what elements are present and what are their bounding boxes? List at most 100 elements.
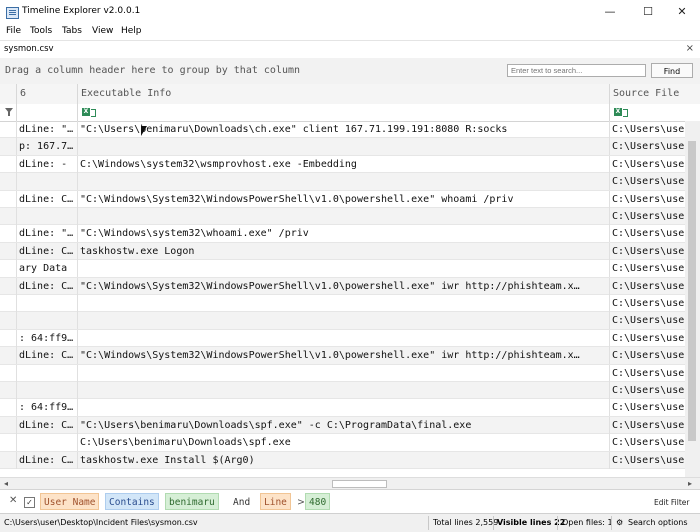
cell-6[interactable]: dLine: C… bbox=[16, 347, 77, 365]
cell-executable-info[interactable]: taskhostw.exe Logon bbox=[77, 242, 609, 260]
table-row[interactable]: p: 167.7… C:\Users\use bbox=[0, 138, 700, 156]
cell-executable-info[interactable]: "C:\Windows\System32\WindowsPowerShell\v… bbox=[77, 277, 609, 295]
cell-6[interactable] bbox=[16, 312, 77, 330]
cell-source-file[interactable]: C:\Users\use bbox=[609, 364, 685, 382]
cell-source-file[interactable]: C:\Users\use bbox=[609, 242, 685, 260]
cell-6[interactable] bbox=[16, 295, 77, 312]
cell-6[interactable]: : 64:ff9… bbox=[16, 399, 77, 417]
cell-6[interactable]: dLine: C… bbox=[16, 190, 77, 208]
cell-source-file[interactable]: C:\Users\use bbox=[609, 225, 685, 243]
cell-source-file[interactable]: C:\Users\use bbox=[609, 155, 685, 173]
table-row[interactable]: C:\Users\use bbox=[0, 382, 700, 400]
cell-executable-info[interactable] bbox=[77, 382, 609, 399]
cell-executable-info[interactable] bbox=[77, 260, 609, 278]
cell-6[interactable] bbox=[16, 382, 77, 399]
tab-sysmon-csv[interactable]: sysmon.csv bbox=[4, 44, 54, 54]
filter-field-user-name[interactable]: User Name bbox=[40, 493, 100, 510]
search-input[interactable] bbox=[507, 64, 646, 77]
filter-value-benimaru[interactable]: benimaru bbox=[165, 493, 219, 510]
table-row[interactable]: dLine: C… "C:\Windows\System32\WindowsPow… bbox=[0, 277, 700, 295]
cell-executable-info[interactable] bbox=[77, 208, 609, 225]
table-row[interactable]: dLine: C… "C:\Windows\System32\WindowsPow… bbox=[0, 190, 700, 208]
cell-6[interactable]: dLine: C… bbox=[16, 451, 77, 469]
cell-6[interactable]: ary Data bbox=[16, 260, 77, 278]
cell-source-file[interactable]: C:\Users\use bbox=[609, 277, 685, 295]
cell-6[interactable]: dLine: C… bbox=[16, 416, 77, 434]
cell-source-file[interactable]: C:\Users\use bbox=[609, 190, 685, 208]
find-button[interactable]: Find bbox=[651, 63, 693, 78]
cell-6[interactable]: dLine: C… bbox=[16, 277, 77, 295]
filter-conjunction[interactable]: And bbox=[233, 497, 250, 508]
cell-executable-info[interactable]: taskhostw.exe Install $(Arg0) bbox=[77, 451, 609, 469]
cell-executable-info[interactable] bbox=[77, 312, 609, 330]
cell-6[interactable]: : 64:ff9… bbox=[16, 329, 77, 347]
cell-source-file[interactable]: C:\Users\use bbox=[609, 347, 685, 365]
menu-view[interactable]: View bbox=[92, 26, 113, 36]
cell-executable-info[interactable] bbox=[77, 364, 609, 382]
table-row[interactable]: C:\Users\use bbox=[0, 364, 700, 382]
cell-source-file[interactable]: C:\Users\use bbox=[609, 121, 685, 138]
cell-6[interactable]: dLine: C… bbox=[16, 242, 77, 260]
cell-source-file[interactable]: C:\Users\use bbox=[609, 173, 685, 191]
menu-help[interactable]: Help bbox=[121, 26, 142, 36]
cell-source-file[interactable]: C:\Users\use bbox=[609, 312, 685, 330]
filter-cell-executable-info[interactable]: X bbox=[77, 104, 610, 121]
cell-6[interactable] bbox=[16, 434, 77, 452]
table-row[interactable]: dLine: C… taskhostw.exe Logon C:\Users\use bbox=[0, 242, 700, 261]
tab-close-icon[interactable]: × bbox=[686, 43, 694, 54]
table-row[interactable]: dLine: "… "C:\Windows\system32\whoami.exe… bbox=[0, 225, 700, 243]
filter-funnel-icon[interactable] bbox=[5, 108, 13, 116]
cell-6[interactable]: p: 167.7… bbox=[16, 138, 77, 156]
table-row[interactable]: C:\Users\use bbox=[0, 312, 700, 330]
table-row[interactable]: : 64:ff9… C:\Users\use bbox=[0, 329, 700, 348]
filter-field-line[interactable]: Line bbox=[260, 493, 291, 510]
cell-executable-info[interactable] bbox=[77, 173, 609, 191]
cell-6[interactable] bbox=[16, 208, 77, 225]
table-row[interactable]: dLine: C… taskhostw.exe Install $(Arg0) C:… bbox=[0, 451, 700, 469]
filter-value-480[interactable]: 480 bbox=[305, 493, 331, 510]
table-row[interactable]: : 64:ff9… C:\Users\use bbox=[0, 399, 700, 417]
cell-executable-info[interactable]: C:\Users\benimaru\Downloads\spf.exe bbox=[77, 434, 609, 452]
cell-executable-info[interactable] bbox=[77, 399, 609, 417]
cell-source-file[interactable]: C:\Users\use bbox=[609, 382, 685, 399]
filter-operator-contains[interactable]: Contains bbox=[105, 493, 159, 510]
cell-6[interactable] bbox=[16, 173, 77, 191]
table-row[interactable]: C:\Users\use bbox=[0, 173, 700, 191]
filter-cell-6[interactable] bbox=[16, 104, 78, 121]
cell-6[interactable]: dLine: "… bbox=[16, 225, 77, 243]
cell-source-file[interactable]: C:\Users\use bbox=[609, 451, 685, 469]
cell-source-file[interactable]: C:\Users\use bbox=[609, 295, 685, 312]
cell-source-file[interactable]: C:\Users\use bbox=[609, 434, 685, 452]
cell-source-file[interactable]: C:\Users\use bbox=[609, 416, 685, 434]
horizontal-scroll-thumb[interactable] bbox=[332, 480, 387, 488]
table-row[interactable]: dLine: "… "C:\Users\benimaru\Downloads\ch… bbox=[0, 121, 700, 139]
cell-source-file[interactable]: C:\Users\use bbox=[609, 260, 685, 278]
table-row[interactable]: dLine: - C:\Windows\system32\wsmprovhost.… bbox=[0, 155, 700, 174]
cell-executable-info[interactable]: "C:\Users\benimaru\Downloads\spf.exe" -c… bbox=[77, 416, 609, 434]
cell-executable-info[interactable] bbox=[77, 295, 609, 312]
cell-executable-info[interactable] bbox=[77, 138, 609, 156]
close-window-button[interactable]: ✕ bbox=[664, 0, 700, 24]
table-row[interactable]: ary Data C:\Users\use bbox=[0, 260, 700, 278]
clear-filter-icon[interactable]: ✕ bbox=[9, 495, 17, 506]
cell-executable-info[interactable] bbox=[77, 329, 609, 347]
menu-tabs[interactable]: Tabs bbox=[62, 26, 82, 36]
cell-source-file[interactable]: C:\Users\use bbox=[609, 138, 685, 156]
table-row[interactable]: dLine: C… "C:\Users\benimaru\Downloads\sp… bbox=[0, 416, 700, 435]
cell-executable-info[interactable]: C:\Windows\system32\wsmprovhost.exe -Emb… bbox=[77, 155, 609, 173]
vertical-scrollbar[interactable] bbox=[685, 121, 700, 477]
table-row[interactable]: C:\Users\use bbox=[0, 208, 700, 226]
table-row[interactable]: C:\Users\benimaru\Downloads\spf.exe C:\Us… bbox=[0, 434, 700, 452]
cell-6[interactable]: dLine: - bbox=[16, 155, 77, 173]
cell-6[interactable] bbox=[16, 364, 77, 382]
menu-file[interactable]: File bbox=[6, 26, 21, 36]
data-grid[interactable]: dLine: "… "C:\Users\benimaru\Downloads\ch… bbox=[0, 121, 700, 477]
filter-operator-gt[interactable]: > bbox=[297, 497, 305, 508]
filter-cell-source-file[interactable]: X bbox=[609, 104, 700, 121]
minimize-button[interactable]: — bbox=[592, 0, 628, 24]
search-options-icon[interactable]: ⚙ bbox=[616, 518, 623, 527]
cell-6[interactable]: dLine: "… bbox=[16, 121, 77, 138]
cell-executable-info[interactable]: "C:\Windows\System32\WindowsPowerShell\v… bbox=[77, 347, 609, 365]
menu-tools[interactable]: Tools bbox=[30, 26, 52, 36]
table-row[interactable]: C:\Users\use bbox=[0, 295, 700, 313]
